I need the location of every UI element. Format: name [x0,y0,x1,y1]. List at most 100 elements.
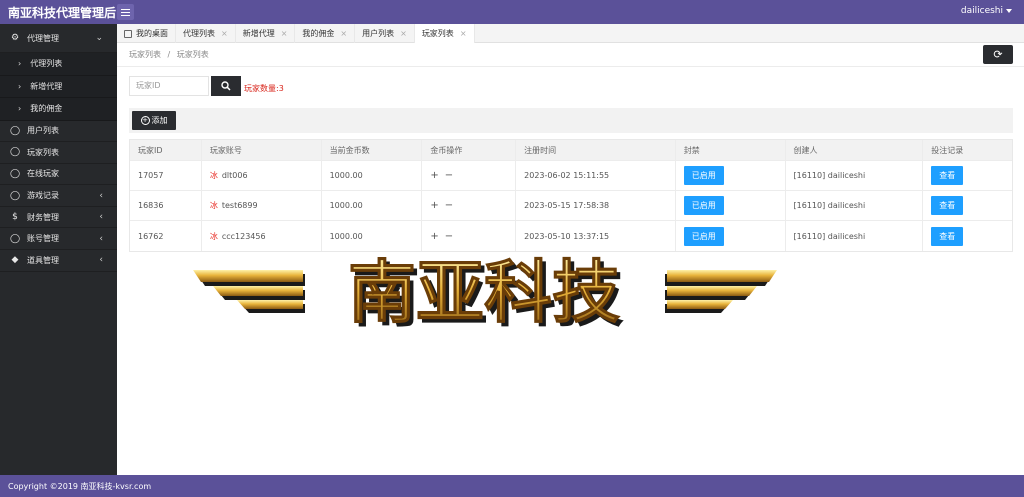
sidebar-subitem-add-agent[interactable]: › 新增代理 [0,75,117,98]
ban-cell: 已启用 [676,221,786,251]
table-toolbar: + 添加 [129,108,1013,133]
player-id: 17057 [130,161,202,190]
add-coins-button[interactable]: + [430,170,438,181]
close-icon[interactable]: × [281,29,288,38]
user-icon: ◯ [9,125,21,136]
breadcrumb-current: 玩家列表 [176,50,209,59]
table-header: 玩家ID 玩家账号 当前金币数 金币操作 注册时间 封禁 创建人 投注记录 [130,140,1012,161]
view-button[interactable]: 查看 [931,226,964,246]
coin-balance: 1000.00 [322,161,423,190]
frozen-flag: 冰 [209,201,218,210]
chevron-down-icon: ⌄ [95,33,103,43]
user-icon: ◯ [9,190,21,201]
register-time: 2023-05-15 17:58:38 [516,191,676,220]
app-title: 南亚科技代理管理后台 [8,6,129,20]
search-icon [221,81,231,91]
user-menu[interactable]: dailiceshi [961,6,1012,16]
search-button[interactable] [211,76,241,96]
subtract-coins-button[interactable]: − [445,231,453,242]
view-button[interactable]: 查看 [931,196,964,215]
sidebar: ⚙ 代理管理 ⌄ › 代理列表 › 新增代理 › 我的佣金 ◯ 用户列表 ◯ 玩家列表… [0,24,117,475]
player-id-search-input[interactable]: 玩家ID [129,76,209,96]
user-icon: ◯ [9,147,21,158]
column-header: 注册时间 [516,140,676,160]
subtract-coins-button[interactable]: − [445,200,453,211]
subtract-coins-button[interactable]: − [445,170,453,181]
view-button[interactable]: 查看 [931,166,964,185]
close-icon[interactable]: × [460,29,467,38]
divider [117,66,1024,67]
tab-add-agent[interactable]: 新增代理 × [236,24,296,43]
sidebar-item-label: 玩家列表 [27,147,59,157]
ban-status-button[interactable]: 已启用 [683,226,724,246]
sidebar-subitem-my-commission[interactable]: › 我的佣金 [0,98,117,121]
add-button-label: 添加 [151,116,168,125]
tab-label: 代理列表 [183,29,215,38]
ban-status-button[interactable]: 已启用 [683,196,724,215]
home-icon [124,29,132,38]
top-bar: 南亚科技代理管理后台 dailiceshi [0,0,1024,24]
user-name: dailiceshi [960,6,1003,16]
chevron-left-icon: ‹ [99,212,103,223]
sidebar-item-game-records[interactable]: ◯ 游戏记录 ‹ [0,185,117,207]
creator: [16110] dailiceshi [786,191,924,220]
register-time: 2023-05-10 13:37:15 [516,221,676,251]
tab-label: 玩家列表 [421,29,454,38]
account-name: test6899 [221,201,258,210]
tab-agent-list[interactable]: 代理列表 × [176,24,236,43]
diamond-icon: ◆ [11,255,19,266]
add-coins-button[interactable]: + [430,200,438,211]
sidebar-item-accounts[interactable]: ◯ 账号管理 ‹ [0,228,117,251]
column-header: 金币操作 [422,140,517,160]
add-button[interactable]: + 添加 [132,111,176,130]
caret-down-icon [1006,8,1012,13]
add-coins-button[interactable]: + [430,231,438,242]
column-header: 创建人 [786,140,924,160]
sidebar-item-props[interactable]: ◆ 道具管理 ‹ [0,250,117,272]
sidebar-item-player-list[interactable]: ◯ 玩家列表 [0,142,117,164]
bet-record-cell: 查看 [923,221,1012,251]
table-row: 17057 冰 dlt006 1000.00 + − 2023-06-02 15:1… [130,161,1012,191]
close-icon[interactable]: × [221,29,228,38]
close-icon[interactable]: × [400,29,407,38]
ban-status-button[interactable]: 已启用 [683,166,724,185]
sidebar-item-label: 代理管理 [27,33,59,43]
dollar-icon: $ [12,212,18,223]
player-account: 冰 dlt006 [202,161,322,190]
sidebar-item-label: 游戏记录 [27,191,59,201]
creator: [16110] dailiceshi [786,221,924,251]
sidebar-subitem-agent-list[interactable]: › 代理列表 [0,53,117,76]
sidebar-item-label: 财务管理 [27,212,59,222]
breadcrumb-parent[interactable]: 玩家列表 [129,50,161,59]
player-id: 16836 [130,191,202,220]
column-header: 投注记录 [931,145,964,155]
refresh-icon: ⟳ [993,48,1003,61]
footer: Copyright ©2019 南亚科技-kvsr.com [0,475,1024,497]
tab-player-list[interactable]: 玩家列表 × [414,24,475,43]
creator: [16110] dailiceshi [786,161,924,190]
bet-record-cell: 查看 [923,161,1012,190]
refresh-button[interactable]: ⟳ [983,45,1013,64]
users-icon: ◯ [9,233,21,244]
sidebar-item-label: 账号管理 [27,234,59,244]
sidebar-item-user-list[interactable]: ◯ 用户列表 [0,121,117,143]
breadcrumb-separator: / [167,50,171,59]
player-table: 玩家ID 玩家账号 当前金币数 金币操作 注册时间 封禁 创建人 投注记录 17… [129,139,1013,252]
tab-my-desktop[interactable]: 我的桌面 [117,24,176,43]
tab-label: 新增代理 [242,29,275,38]
chevron-left-icon: ‹ [99,255,103,266]
sidebar-item-agent-management[interactable]: ⚙ 代理管理 ⌄ [0,24,117,53]
brand-watermark-logo: 南亚科技 南亚科技 [193,254,777,332]
column-header: 封禁 [676,140,786,160]
player-account: 冰 ccc123456 [202,221,322,251]
close-icon[interactable]: × [340,29,347,38]
tab-my-commission[interactable]: 我的佣金 × [295,24,356,43]
menu-toggle-icon[interactable] [117,4,134,20]
chevron-left-icon: ‹ [99,190,103,201]
sidebar-item-finance[interactable]: $ 财务管理 ‹ [0,207,117,229]
tab-user-list[interactable]: 用户列表 × [355,24,415,43]
left-wing-icon [193,270,305,313]
right-wing-icon [665,270,777,313]
sidebar-item-online-players[interactable]: ◯ 在线玩家 [0,164,117,186]
account-name: ccc123456 [221,231,266,241]
